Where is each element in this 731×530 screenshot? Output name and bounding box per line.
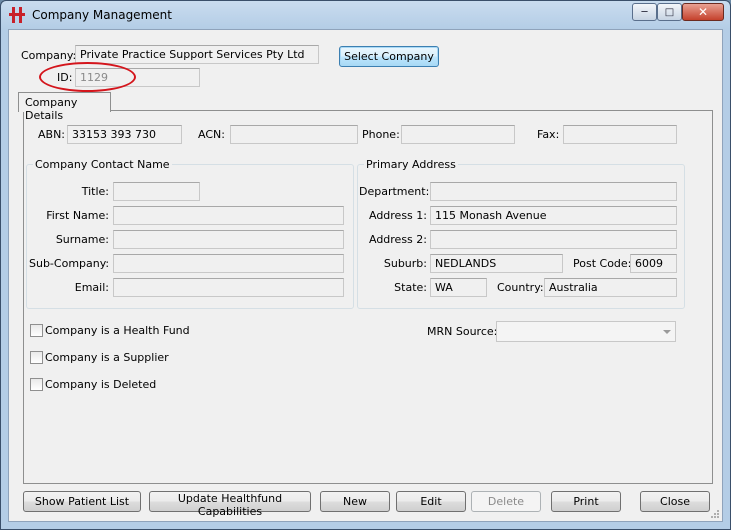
address2-field[interactable] [430, 230, 677, 249]
country-label: Country: [497, 281, 544, 294]
title-label: Title: [81, 185, 109, 198]
maximize-button[interactable]: □ [657, 3, 682, 21]
department-field[interactable] [430, 182, 677, 201]
show-patient-list-button[interactable]: Show Patient List [23, 491, 141, 512]
close-window-button[interactable]: ✕ [682, 3, 724, 21]
close-icon: ✕ [697, 5, 709, 19]
mrn-source-select[interactable] [496, 321, 676, 342]
health-fund-checkbox[interactable] [30, 324, 43, 337]
abn-field[interactable]: 33153 393 730 [67, 125, 182, 144]
address1-label: Address 1: [368, 209, 427, 222]
id-highlight-ellipse [39, 62, 136, 92]
postcode-field[interactable]: 6009 [630, 254, 677, 273]
sub-company-label: Sub-Company: [29, 257, 110, 270]
tab-company-details[interactable]: Company Details [18, 92, 111, 122]
client-area: Company: Private Practice Support Servic… [8, 29, 723, 522]
supplier-label[interactable]: Company is a Supplier [45, 351, 169, 364]
select-company-button[interactable]: Select Company [339, 46, 439, 67]
suburb-field[interactable]: NEDLANDS [430, 254, 563, 273]
fax-field[interactable] [563, 125, 677, 144]
state-field[interactable]: WA [430, 278, 487, 297]
company-management-window: Company Management ─ □ ✕ Company: Privat… [0, 0, 731, 530]
print-button[interactable]: Print [551, 491, 621, 512]
title-field[interactable] [113, 182, 200, 201]
email-label: Email: [74, 281, 109, 294]
company-label: Company: [21, 49, 77, 62]
state-label: State: [394, 281, 427, 294]
acn-field[interactable] [230, 125, 358, 144]
resize-grip-icon[interactable] [710, 509, 720, 519]
fax-label: Fax: [537, 128, 560, 141]
contact-group-legend: Company Contact Name [35, 158, 170, 171]
company-name-field[interactable]: Private Practice Support Services Pty Lt… [75, 45, 319, 64]
email-field[interactable] [113, 278, 344, 297]
suburb-label: Suburb: [383, 257, 427, 270]
deleted-checkbox[interactable] [30, 378, 43, 391]
window-title: Company Management [32, 8, 172, 22]
maximize-icon: □ [664, 6, 675, 18]
acn-label: ACN: [198, 128, 225, 141]
chevron-down-icon [663, 330, 671, 334]
postcode-label: Post Code: [573, 257, 632, 270]
update-healthfund-button[interactable]: Update Healthfund Capabilities [149, 491, 311, 518]
close-button[interactable]: Close [640, 491, 710, 512]
deleted-label[interactable]: Company is Deleted [45, 378, 156, 391]
abn-label: ABN: [38, 128, 66, 141]
app-cross-icon [9, 7, 25, 23]
minimize-button[interactable]: ─ [632, 3, 657, 21]
sub-company-field[interactable] [113, 254, 344, 273]
delete-button[interactable]: Delete [471, 491, 541, 512]
title-bar[interactable]: Company Management ─ □ ✕ [1, 1, 730, 29]
department-label: Department: [359, 185, 430, 198]
surname-field[interactable] [113, 230, 344, 249]
first-name-field[interactable] [113, 206, 344, 225]
mrn-source-label: MRN Source: [427, 325, 498, 338]
health-fund-label[interactable]: Company is a Health Fund [45, 324, 190, 337]
supplier-checkbox[interactable] [30, 351, 43, 364]
phone-label: Phone: [362, 128, 400, 141]
address1-field[interactable]: 115 Monash Avenue [430, 206, 677, 225]
edit-button[interactable]: Edit [396, 491, 466, 512]
phone-field[interactable] [401, 125, 515, 144]
minimize-icon: ─ [641, 6, 648, 18]
address-group-legend: Primary Address [366, 158, 456, 171]
first-name-label: First Name: [46, 209, 109, 222]
new-button[interactable]: New [320, 491, 390, 512]
surname-label: Surname: [55, 233, 109, 246]
country-field[interactable]: Australia [544, 278, 677, 297]
address2-label: Address 2: [368, 233, 427, 246]
